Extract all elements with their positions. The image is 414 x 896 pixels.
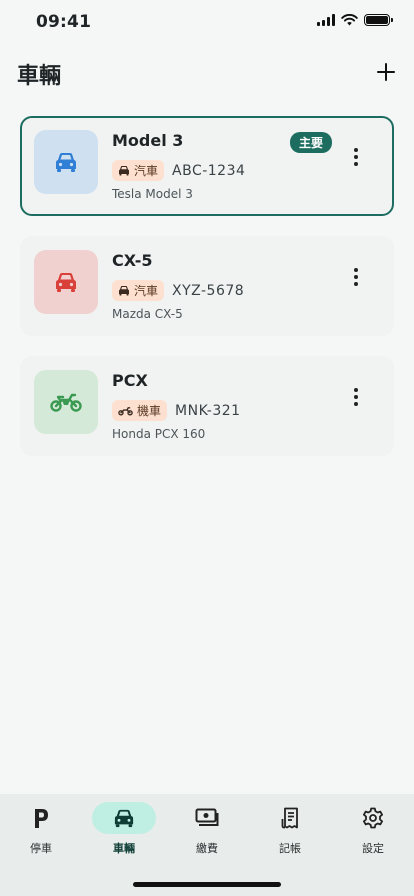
more-options-icon[interactable] (346, 386, 366, 408)
tab-settings[interactable]: 設定 (341, 802, 405, 860)
vehicle-model: Tesla Model 3 (112, 187, 193, 201)
plate-row: 機車 MNK-321 (112, 400, 241, 421)
vehicle-card-cx-5[interactable]: CX-5 汽車 XYZ-5678 Mazda CX-5 (20, 236, 394, 336)
vehicle-icon-box (34, 130, 98, 194)
vehicle-icon-box (34, 370, 98, 434)
vehicle-model: Mazda CX-5 (112, 307, 183, 321)
tab-label: 停車 (30, 842, 52, 855)
wifi-icon (341, 14, 358, 26)
more-options-icon[interactable] (346, 266, 366, 288)
car-icon (56, 153, 76, 172)
vehicle-name: CX-5 (112, 251, 153, 270)
add-vehicle-button[interactable] (372, 58, 400, 86)
car-icon (119, 166, 129, 176)
plate-row: 汽車 XYZ-5678 (112, 280, 244, 301)
vehicle-type-badge: 汽車 (112, 280, 165, 301)
status-icons (317, 14, 393, 26)
payment-icon (195, 808, 219, 826)
tab-label: 設定 (362, 842, 384, 855)
vehicle-icon-box (34, 250, 98, 314)
tab-payment[interactable]: 繳費 (175, 802, 239, 860)
vehicle-type-label: 機車 (137, 404, 162, 418)
motorcycle-icon (50, 393, 82, 412)
battery-icon (364, 14, 393, 26)
vehicle-card-pcx[interactable]: PCX 機車 MNK-321 Honda PCX 160 (20, 356, 394, 456)
status-time: 09:41 (36, 12, 92, 32)
tab-label: 繳費 (196, 842, 218, 855)
car-icon (119, 286, 129, 296)
page-title: 車輛 (17, 64, 62, 89)
vehicle-name: PCX (112, 371, 148, 390)
more-options-icon[interactable] (346, 146, 366, 168)
home-indicator (133, 882, 281, 887)
plate-number: XYZ-5678 (172, 282, 245, 299)
car-icon (114, 809, 134, 828)
tab-bar: 停車 車輛 繳費 記帳 設定 (0, 794, 414, 896)
parking-icon (35, 809, 48, 828)
vehicle-type-label: 汽車 (134, 164, 159, 178)
tab-label: 車輛 (113, 842, 135, 855)
tab-vehicles[interactable]: 車輛 (92, 802, 156, 860)
plate-number: ABC-1234 (172, 162, 246, 179)
receipt-icon (281, 807, 298, 829)
plate-row: 汽車 ABC-1234 (112, 160, 245, 181)
tab-accounting[interactable]: 記帳 (258, 802, 322, 860)
vehicle-card-model-3[interactable]: Model 3 主要 汽車 ABC-1234 Tesla Model 3 (20, 116, 394, 216)
gear-icon (363, 807, 383, 829)
car-icon (56, 273, 76, 292)
primary-badge: 主要 (289, 132, 332, 153)
motorcycle-icon (118, 406, 133, 416)
tab-label: 記帳 (279, 842, 301, 855)
vehicle-type-label: 汽車 (134, 284, 159, 298)
plate-number: MNK-321 (175, 402, 241, 419)
vehicle-type-badge: 汽車 (112, 160, 165, 181)
tab-parking[interactable]: 停車 (9, 802, 73, 860)
vehicle-type-badge: 機車 (112, 400, 168, 421)
vehicle-list: Model 3 主要 汽車 ABC-1234 Tesla Model 3 CX-… (20, 116, 394, 476)
status-bar: 09:41 (0, 0, 414, 44)
cellular-signal-icon (317, 14, 335, 26)
vehicle-name: Model 3 (112, 131, 184, 150)
vehicle-model: Honda PCX 160 (112, 427, 206, 441)
